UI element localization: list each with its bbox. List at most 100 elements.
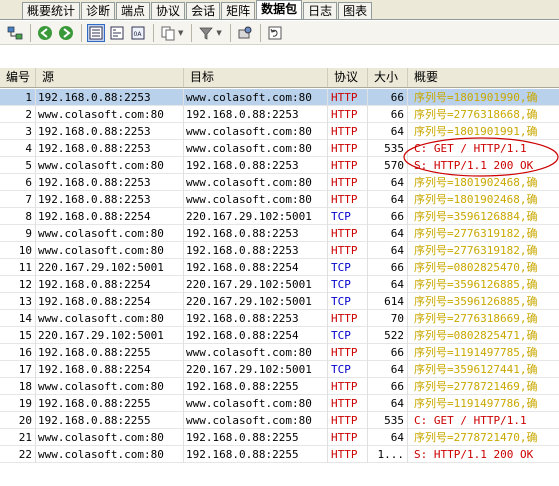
tab-protocols[interactable]: 协议 <box>151 2 186 19</box>
source-address: 192.168.0.88:2254 <box>36 293 184 310</box>
packet-size: 64 <box>368 225 408 242</box>
destination-address: 192.168.0.88:2255 <box>184 429 328 446</box>
table-row[interactable]: 6 192.168.0.88:2253 www.colasoft.com:80 HTT… <box>0 174 559 191</box>
forward-icon[interactable] <box>57 24 75 42</box>
table-row[interactable]: 15 220.167.29.102:5001 192.168.0.88:2254 TC… <box>0 327 559 344</box>
summary: C: GET / HTTP/1.1 <box>414 414 527 427</box>
table-row[interactable]: 11 220.167.29.102:5001 192.168.0.88:2254 TC… <box>0 259 559 276</box>
protocol: HTTP <box>328 106 368 123</box>
tab-endpoints[interactable]: 端点 <box>116 2 151 19</box>
tab-matrix[interactable]: 矩阵 <box>221 2 256 19</box>
packet-number: 9 <box>0 225 36 242</box>
column-header-size[interactable]: 大小 <box>368 68 408 87</box>
network-icon[interactable] <box>6 24 24 42</box>
summary: 序列号=1801901991,确 <box>414 125 538 138</box>
destination-address: 220.167.29.102:5001 <box>184 361 328 378</box>
chevron-down-icon[interactable]: ▼ <box>216 29 221 37</box>
table-row[interactable]: 5 www.colasoft.com:80 192.168.0.88:2253 HTT… <box>0 157 559 174</box>
tab-diagnosis[interactable]: 诊断 <box>81 2 116 19</box>
protocol: HTTP <box>328 344 368 361</box>
table-row[interactable]: 4 192.168.0.88:2253 www.colasoft.com:80 HTT… <box>0 140 559 157</box>
packet-number: 12 <box>0 276 36 293</box>
packet-number: 10 <box>0 242 36 259</box>
packet-number: 17 <box>0 361 36 378</box>
destination-address: 192.168.0.88:2255 <box>184 446 328 463</box>
packet-size: 64 <box>368 191 408 208</box>
packet-size: 535 <box>368 412 408 429</box>
packet-number: 15 <box>0 327 36 344</box>
summary: 序列号=2776318668,确 <box>414 108 538 121</box>
table-row[interactable]: 2 www.colasoft.com:80 192.168.0.88:2253 HTT… <box>0 106 559 123</box>
destination-address: www.colasoft.com:80 <box>184 123 328 140</box>
toolbar-separator <box>153 23 154 42</box>
packet-size: 64 <box>368 429 408 446</box>
summary: 序列号=0802825470,确 <box>414 261 538 274</box>
toolbar: 0A ▼ ▼ <box>0 21 559 45</box>
packet-number: 16 <box>0 344 36 361</box>
column-header-destination[interactable]: 目标 <box>184 68 328 87</box>
detail-view-icon[interactable] <box>108 24 126 42</box>
source-address: www.colasoft.com:80 <box>36 310 184 327</box>
protocol: TCP <box>328 276 368 293</box>
table-row[interactable]: 8 192.168.0.88:2254 220.167.29.102:5001 TCP… <box>0 208 559 225</box>
table-row[interactable]: 12 192.168.0.88:2254 220.167.29.102:5001 TC… <box>0 276 559 293</box>
export-icon[interactable] <box>236 24 254 42</box>
destination-address: 220.167.29.102:5001 <box>184 276 328 293</box>
table-header: 编号 源 目标 协议 大小 概要 <box>0 68 559 88</box>
tab-packets[interactable]: 数据包 <box>256 0 303 19</box>
table-row[interactable]: 14 www.colasoft.com:80 192.168.0.88:2253 HT… <box>0 310 559 327</box>
table-row[interactable]: 19 192.168.0.88:2255 www.colasoft.com:80 HT… <box>0 395 559 412</box>
table-row[interactable]: 21 www.colasoft.com:80 192.168.0.88:2255 HT… <box>0 429 559 446</box>
column-header-summary[interactable]: 概要 <box>408 68 559 87</box>
table-row[interactable]: 17 192.168.0.88:2254 220.167.29.102:5001 TC… <box>0 361 559 378</box>
column-header-protocol[interactable]: 协议 <box>328 68 368 87</box>
protocol: HTTP <box>328 412 368 429</box>
packet-size: 64 <box>368 123 408 140</box>
source-address: 192.168.0.88:2253 <box>36 140 184 157</box>
table-row[interactable]: 20 192.168.0.88:2255 www.colasoft.com:80 HT… <box>0 412 559 429</box>
source-address: 192.168.0.88:2254 <box>36 361 184 378</box>
table-row[interactable]: 10 www.colasoft.com:80 192.168.0.88:2253 HT… <box>0 242 559 259</box>
back-icon[interactable] <box>36 24 54 42</box>
protocol: TCP <box>328 259 368 276</box>
hex-view-icon[interactable]: 0A <box>129 24 147 42</box>
packet-number: 21 <box>0 429 36 446</box>
summary: S: HTTP/1.1 200 OK <box>414 159 534 172</box>
table-row[interactable]: 9 www.colasoft.com:80 192.168.0.88:2253 HTT… <box>0 225 559 242</box>
summary: S: HTTP/1.1 200 OK <box>414 448 534 461</box>
packet-size: 535 <box>368 140 408 157</box>
tab-charts[interactable]: 图表 <box>338 2 373 19</box>
packet-size: 66 <box>368 89 408 106</box>
protocol: HTTP <box>328 310 368 327</box>
table-row[interactable]: 13 192.168.0.88:2254 220.167.29.102:5001 TC… <box>0 293 559 310</box>
table-row[interactable]: 18 www.colasoft.com:80 192.168.0.88:2255 HT… <box>0 378 559 395</box>
table-row[interactable]: 3 192.168.0.88:2253 www.colasoft.com:80 HTT… <box>0 123 559 140</box>
table-row[interactable]: 16 192.168.0.88:2255 www.colasoft.com:80 HT… <box>0 344 559 361</box>
source-address: 192.168.0.88:2255 <box>36 412 184 429</box>
packet-number: 2 <box>0 106 36 123</box>
list-view-icon[interactable] <box>87 23 105 42</box>
table-row[interactable]: 1 192.168.0.88:2253 www.colasoft.com:80 HTT… <box>0 89 559 106</box>
protocol: HTTP <box>328 446 368 463</box>
refresh-icon[interactable] <box>266 24 284 42</box>
tab-log[interactable]: 日志 <box>303 2 338 19</box>
chevron-down-icon[interactable]: ▼ <box>178 29 183 37</box>
packet-number: 22 <box>0 446 36 463</box>
protocol: HTTP <box>328 395 368 412</box>
copy-icon[interactable] <box>159 24 177 42</box>
filter-icon[interactable] <box>197 24 215 42</box>
protocol: HTTP <box>328 174 368 191</box>
column-header-source[interactable]: 源 <box>36 68 184 87</box>
destination-address: 220.167.29.102:5001 <box>184 208 328 225</box>
summary: 序列号=2778721470,确 <box>414 431 538 444</box>
packet-number: 14 <box>0 310 36 327</box>
table-row[interactable]: 7 192.168.0.88:2253 www.colasoft.com:80 HTT… <box>0 191 559 208</box>
packet-size: 66 <box>368 378 408 395</box>
column-header-no[interactable]: 编号 <box>0 68 36 87</box>
packet-number: 20 <box>0 412 36 429</box>
table-row[interactable]: 22 www.colasoft.com:80 192.168.0.88:2255 HT… <box>0 446 559 463</box>
tab-summary-stats[interactable]: 概要统计 <box>22 2 81 19</box>
packet-number: 11 <box>0 259 36 276</box>
packet-size: 64 <box>368 242 408 259</box>
tab-conversations[interactable]: 会话 <box>186 2 221 19</box>
